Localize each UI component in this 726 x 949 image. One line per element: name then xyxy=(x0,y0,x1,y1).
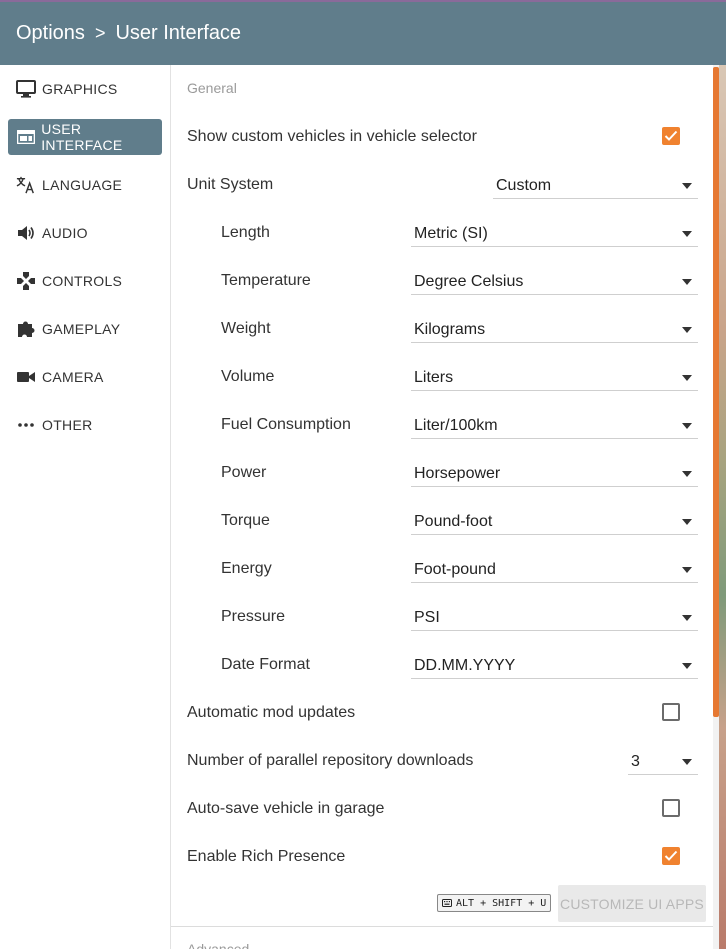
chevron-down-icon xyxy=(682,422,692,429)
torque-select[interactable]: Pound-foot xyxy=(411,509,698,535)
temperature-select[interactable]: Degree Celsius xyxy=(411,269,698,295)
gamepad-icon xyxy=(16,271,36,291)
weight-label: Weight xyxy=(221,320,271,337)
section-title-general: General xyxy=(187,80,237,96)
chevron-down-icon xyxy=(682,230,692,237)
more-horizontal-icon xyxy=(16,415,36,435)
parallel-downloads-value: 3 xyxy=(631,752,640,770)
energy-label: Energy xyxy=(221,560,272,577)
sidebar-item-audio[interactable]: AUDIO xyxy=(8,215,162,251)
keyboard-icon xyxy=(442,899,452,907)
pressure-select[interactable]: PSI xyxy=(411,605,698,631)
customize-ui-apps-button[interactable]: CUSTOMIZE UI APPS xyxy=(558,885,706,922)
auto-mod-updates-checkbox[interactable] xyxy=(662,703,680,721)
breadcrumb-root[interactable]: Options xyxy=(16,22,85,45)
chevron-down-icon xyxy=(682,182,692,189)
chevron-down-icon xyxy=(682,278,692,285)
title-bar: Options > User Interface xyxy=(0,0,726,65)
checkmark-icon xyxy=(664,130,678,141)
torque-value: Pound-foot xyxy=(414,512,493,530)
sidebar-item-label: AUDIO xyxy=(42,225,88,241)
chevron-down-icon xyxy=(682,614,692,621)
sidebar-item-label: OTHER xyxy=(42,417,93,433)
breadcrumb-current: User Interface xyxy=(115,22,242,44)
date-format-label: Date Format xyxy=(221,656,310,673)
translate-icon xyxy=(16,175,36,195)
background-scene xyxy=(719,65,726,949)
monitor-icon xyxy=(16,79,36,99)
temperature-value: Degree Celsius xyxy=(414,272,524,290)
power-label: Power xyxy=(221,464,267,481)
sidebar-item-language[interactable]: LANGUAGE xyxy=(8,167,162,203)
breadcrumb-separator: > xyxy=(94,23,106,43)
chevron-down-icon xyxy=(682,470,692,477)
weight-value: Kilograms xyxy=(414,320,486,338)
power-select[interactable]: Horsepower xyxy=(411,461,698,487)
sidebar-item-label: LANGUAGE xyxy=(42,177,123,193)
parallel-downloads-label: Number of parallel repository downloads xyxy=(187,752,474,769)
torque-label: Torque xyxy=(221,512,270,529)
temperature-label: Temperature xyxy=(221,272,311,289)
section-title-advanced: Advanced xyxy=(187,941,250,949)
volume-value: Liters xyxy=(414,368,454,386)
fuel-consumption-select[interactable]: Liter/100km xyxy=(411,413,698,439)
web-window-icon xyxy=(16,127,35,147)
chevron-down-icon xyxy=(682,518,692,525)
settings-panel: General Show custom vehicles in vehicle … xyxy=(171,65,713,949)
puzzle-icon xyxy=(16,319,36,339)
shortcut-text: ALT + SHIFT + U xyxy=(456,897,547,909)
sidebar-item-label: USER INTERFACE xyxy=(41,121,123,153)
sidebar-item-label: CONTROLS xyxy=(42,273,123,289)
show-custom-vehicles-label: Show custom vehicles in vehicle selector xyxy=(187,128,477,145)
keyboard-shortcut-hint: ALT + SHIFT + U xyxy=(437,894,552,912)
fuel-consumption-label: Fuel Consumption xyxy=(221,416,351,433)
date-format-value: DD.MM.YYYY xyxy=(414,656,516,674)
sidebar-item-label: GRAPHICS xyxy=(42,81,118,97)
auto-mod-updates-label: Automatic mod updates xyxy=(187,704,356,721)
sidebar-item-graphics[interactable]: GRAPHICS xyxy=(8,71,162,107)
pressure-value: PSI xyxy=(414,608,440,626)
rich-presence-checkbox[interactable] xyxy=(662,847,680,865)
sidebar-item-user-interface[interactable]: USER INTERFACE xyxy=(8,119,162,155)
auto-save-vehicle-label: Auto-save vehicle in garage xyxy=(187,800,385,817)
chevron-down-icon xyxy=(682,758,692,765)
chevron-down-icon xyxy=(682,326,692,333)
weight-select[interactable]: Kilograms xyxy=(411,317,698,343)
pressure-label: Pressure xyxy=(221,608,286,625)
energy-select[interactable]: Foot-pound xyxy=(411,557,698,583)
parallel-downloads-select[interactable]: 3 xyxy=(628,749,698,775)
chevron-down-icon xyxy=(682,566,692,573)
sidebar-item-controls[interactable]: CONTROLS xyxy=(8,263,162,299)
checkmark-icon xyxy=(664,850,678,861)
length-value: Metric (SI) xyxy=(414,224,488,242)
sidebar-item-gameplay[interactable]: GAMEPLAY xyxy=(8,311,162,347)
unit-system-label: Unit System xyxy=(187,176,274,193)
length-select[interactable]: Metric (SI) xyxy=(411,221,698,247)
power-value: Horsepower xyxy=(414,464,501,482)
sidebar-item-other[interactable]: OTHER xyxy=(8,407,162,443)
unit-system-value: Custom xyxy=(496,176,552,194)
fuel-consumption-value: Liter/100km xyxy=(414,416,498,434)
length-label: Length xyxy=(221,224,270,241)
unit-system-select[interactable]: Custom xyxy=(493,173,698,199)
date-format-select[interactable]: DD.MM.YYYY xyxy=(411,653,698,679)
video-camera-icon xyxy=(16,367,36,387)
energy-value: Foot-pound xyxy=(414,560,496,578)
volume-select[interactable]: Liters xyxy=(411,365,698,391)
sidebar: GRAPHICS USER INTERFACE LANGUAGE AUDIO C… xyxy=(0,65,171,949)
rich-presence-label: Enable Rich Presence xyxy=(187,848,346,865)
section-divider xyxy=(171,926,713,927)
chevron-down-icon xyxy=(682,662,692,669)
auto-save-vehicle-checkbox[interactable] xyxy=(662,799,680,817)
show-custom-vehicles-checkbox[interactable] xyxy=(662,127,680,145)
sidebar-item-camera[interactable]: CAMERA xyxy=(8,359,162,395)
volume-label: Volume xyxy=(221,368,275,385)
sidebar-item-label: CAMERA xyxy=(42,369,104,385)
speaker-icon xyxy=(16,223,36,243)
sidebar-item-label: GAMEPLAY xyxy=(42,321,121,337)
chevron-down-icon xyxy=(682,374,692,381)
